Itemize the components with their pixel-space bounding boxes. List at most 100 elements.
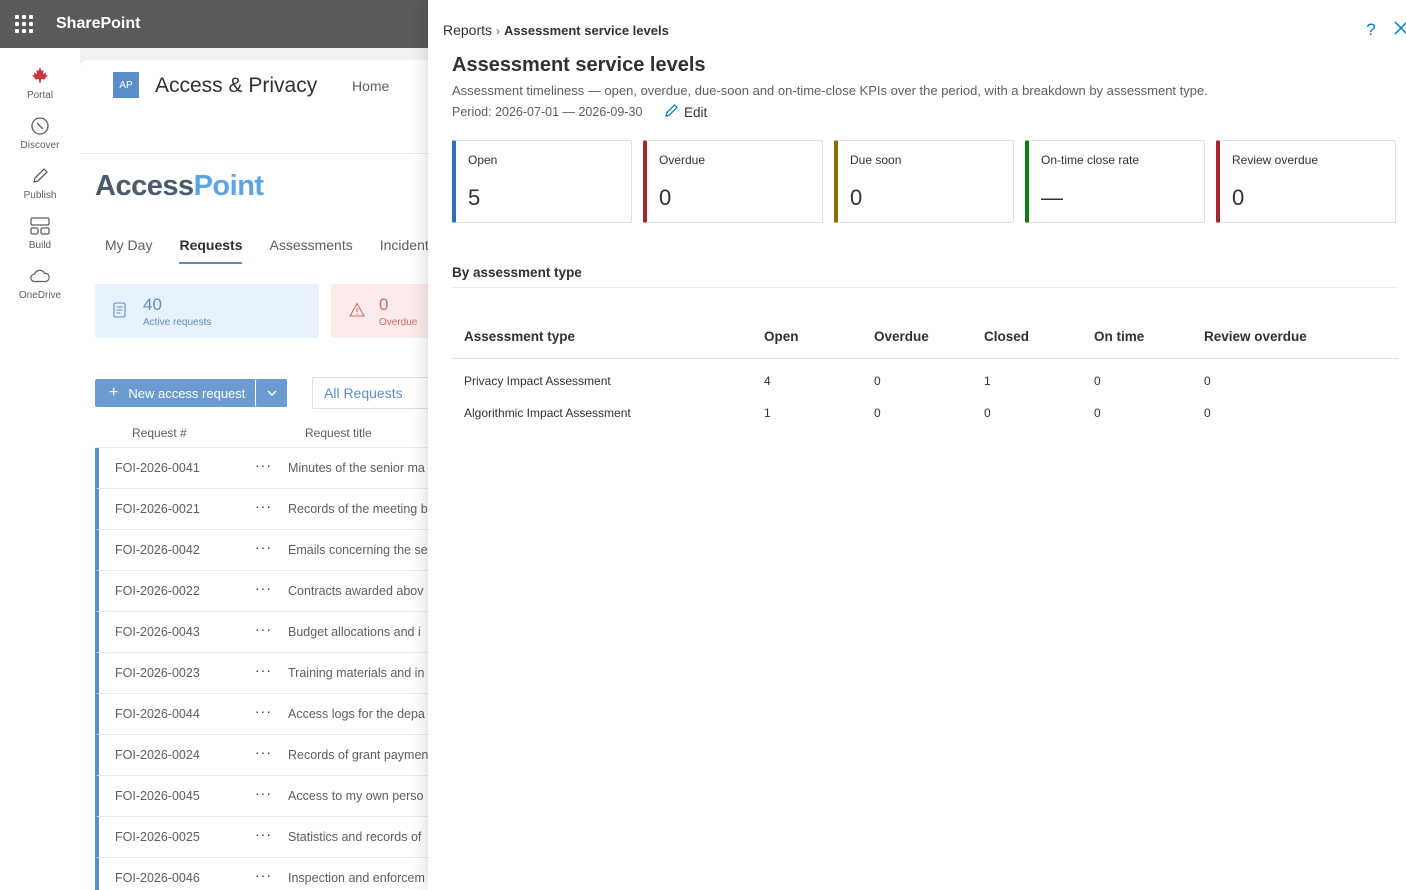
warning-icon (349, 302, 365, 320)
kpi-card-value: 5 (468, 185, 481, 210)
assessment-type-table: Assessment type Open Overdue Closed On t… (452, 318, 1398, 429)
list-item[interactable]: FOI-2026-0043 ··· Budget allocations and i (95, 612, 440, 653)
more-icon[interactable]: ··· (255, 498, 272, 514)
more-icon[interactable]: ··· (255, 744, 272, 760)
site-name[interactable]: Access & Privacy (155, 74, 317, 98)
column-header-number[interactable]: Request # (132, 426, 187, 440)
request-number: FOI-2026-0044 (115, 707, 200, 721)
edit-label: Edit (684, 105, 708, 120)
kpi-card-value: 0 (850, 185, 863, 210)
app-launcher-button[interactable] (0, 0, 48, 48)
request-number: FOI-2026-0042 (115, 543, 200, 557)
kpi-card-label: On-time close rate (1041, 153, 1140, 167)
list-item[interactable]: FOI-2026-0022 ··· Contracts awarded abov (95, 571, 440, 612)
appbar-item-discover[interactable]: Discover (0, 108, 80, 158)
table-cell: Algorithmic Impact Assessment (464, 406, 631, 420)
tab-bar: My Day Requests Assessments Incidents (105, 237, 436, 264)
kpi-card-label: Overdue (659, 153, 706, 167)
tab-assessments[interactable]: Assessments (269, 237, 352, 264)
breadcrumb-reports-link[interactable]: Reports (443, 22, 492, 38)
site-nav: Home Si (352, 78, 440, 94)
table-cell: 1 (984, 374, 991, 388)
tab-my-day[interactable]: My Day (105, 237, 152, 264)
request-title: Emails concerning the se (288, 543, 428, 557)
list-item[interactable]: FOI-2026-0021 ··· Records of the meeting b (95, 489, 440, 530)
request-title: Access logs for the depa (288, 707, 425, 721)
site-canvas: AP Access & Privacy Home Si AccessPoint … (80, 60, 440, 890)
view-selector[interactable]: All Requests (312, 377, 440, 409)
table-cell: Privacy Impact Assessment (464, 374, 611, 388)
pencil-icon (664, 103, 679, 122)
breadcrumb: Reports › Assessment service levels (443, 22, 669, 38)
kpi-card-value: 0 (659, 185, 672, 210)
appbar-item-onedrive[interactable]: OneDrive (0, 258, 80, 308)
list-item[interactable]: FOI-2026-0042 ··· Emails concerning the se (95, 530, 440, 571)
close-icon[interactable] (1393, 18, 1406, 41)
list-item[interactable]: FOI-2026-0045 ··· Access to my own perso (95, 776, 440, 817)
overdue-tile[interactable]: 0 Overdue (331, 284, 440, 338)
kpi-card-review-overdue: Review overdue 0 (1216, 140, 1396, 223)
more-icon[interactable]: ··· (255, 662, 272, 678)
more-icon[interactable]: ··· (255, 580, 272, 596)
table-row: Algorithmic Impact Assessment 1 0 0 0 0 (452, 397, 1398, 429)
kpi-card-label: Due soon (850, 153, 902, 167)
table-cell: 0 (1094, 374, 1101, 388)
help-icon[interactable]: ? (1363, 20, 1379, 40)
app-bar: Portal Discover Publish Build OneDrive (0, 48, 80, 890)
request-number: FOI-2026-0043 (115, 625, 200, 639)
appbar-item-build[interactable]: Build (0, 208, 80, 258)
divider (452, 287, 1398, 288)
request-title: Budget allocations and i (288, 625, 421, 639)
list-item[interactable]: FOI-2026-0023 ··· Training materials and i… (95, 653, 440, 694)
section-title: By assessment type (452, 265, 582, 280)
tab-requests[interactable]: Requests (179, 237, 243, 264)
list-item[interactable]: FOI-2026-0025 ··· Statistics and records o… (95, 817, 440, 858)
column-header: Closed (984, 329, 1030, 344)
pen-icon (29, 165, 51, 187)
table-cell: 0 (1204, 406, 1211, 420)
plus-icon: + (109, 384, 119, 401)
more-icon[interactable]: ··· (255, 826, 272, 842)
appbar-label: Publish (23, 190, 57, 201)
more-icon[interactable]: ··· (255, 703, 272, 719)
table-cell: 0 (874, 406, 881, 420)
more-icon[interactable]: ··· (255, 867, 272, 883)
list-item[interactable]: FOI-2026-0024 ··· Records of grant paymen (95, 735, 440, 776)
site-nav-home[interactable]: Home (352, 78, 389, 94)
appbar-item-portal[interactable]: Portal (0, 58, 80, 108)
more-icon[interactable]: ··· (255, 785, 272, 801)
kpi-label: Overdue (379, 316, 418, 328)
more-icon[interactable]: ··· (255, 621, 272, 637)
new-request-dropdown-button[interactable] (255, 379, 287, 407)
site-logo[interactable]: AP (113, 72, 139, 98)
table-header-row: Assessment type Open Overdue Closed On t… (452, 318, 1398, 359)
column-header-title[interactable]: Request title (305, 426, 372, 440)
edit-period-button[interactable]: Edit (664, 103, 707, 122)
view-label: All Requests (324, 385, 403, 401)
list-header: Request # Request title (95, 422, 440, 448)
list-item[interactable]: FOI-2026-0041 ··· Minutes of the senior ma (95, 448, 440, 489)
panel-description: Assessment timeliness — open, overdue, d… (452, 83, 1208, 98)
chevron-down-icon (267, 387, 277, 399)
more-icon[interactable]: ··· (255, 539, 272, 555)
request-title: Statistics and records of (288, 830, 422, 844)
appbar-item-publish[interactable]: Publish (0, 158, 80, 208)
list-item[interactable]: FOI-2026-0044 ··· Access logs for the depa (95, 694, 440, 735)
request-list: FOI-2026-0041 ··· Minutes of the senior ma… (95, 448, 440, 890)
table-cell: 1 (764, 406, 771, 420)
column-header: Overdue (874, 329, 929, 344)
kpi-card-label: Review overdue (1232, 153, 1319, 167)
table-cell: 0 (874, 374, 881, 388)
appbar-label: Build (28, 240, 52, 251)
breadcrumb-current: Assessment service levels (504, 23, 669, 38)
list-item[interactable]: FOI-2026-0046 ··· Inspection and enforcem (95, 858, 440, 890)
new-button-label: New access request (128, 385, 246, 401)
more-icon[interactable]: ··· (255, 457, 272, 473)
maple-leaf-icon (29, 65, 51, 87)
table-cell: 0 (984, 406, 991, 420)
kpi-card-value: — (1041, 185, 1063, 210)
report-panel: Reports › Assessment service levels ? Asse… (428, 0, 1406, 890)
active-requests-tile[interactable]: 40 Active requests (95, 284, 319, 338)
suite-app-name[interactable]: SharePoint (56, 15, 140, 33)
kpi-card-open: Open 5 (452, 140, 632, 223)
